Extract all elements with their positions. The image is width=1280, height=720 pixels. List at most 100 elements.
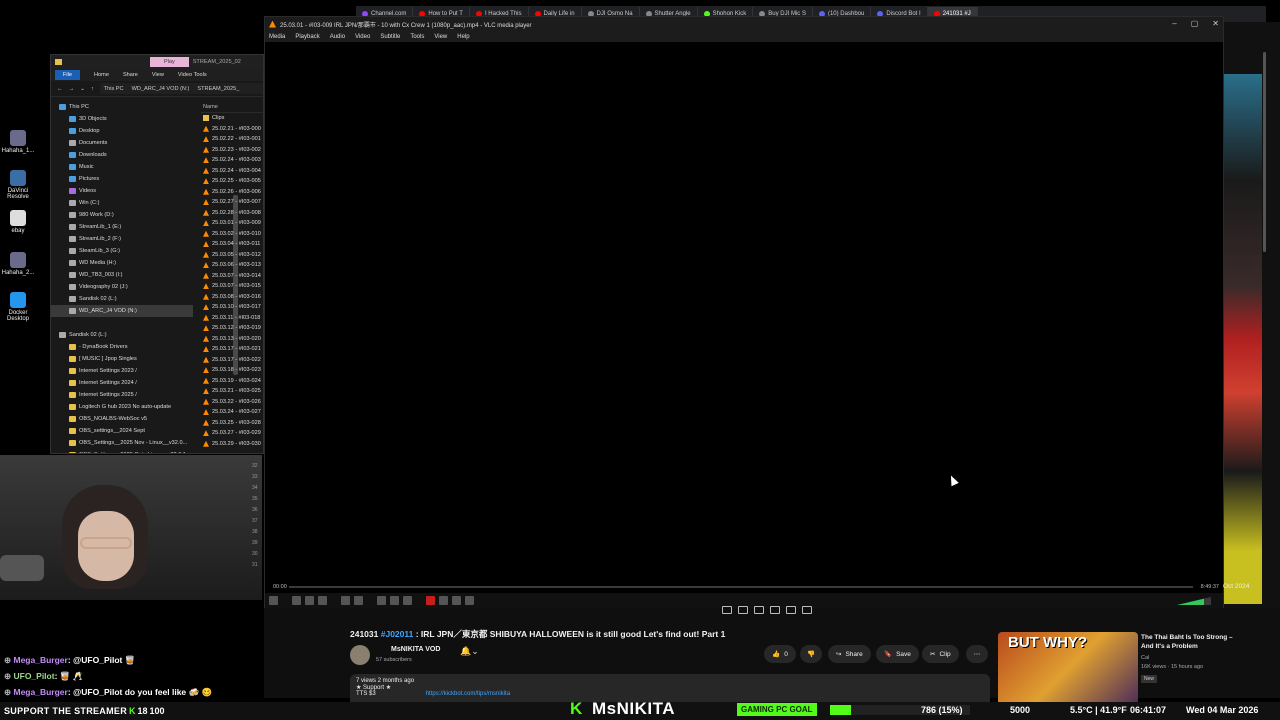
- nav-item[interactable]: Videography 02 (J:): [51, 281, 193, 293]
- loop-ab-icon[interactable]: [452, 596, 461, 605]
- nav-item[interactable]: WD_TB3_003 (I:): [51, 269, 193, 281]
- playlist-icon[interactable]: [377, 596, 386, 605]
- nav-item[interactable]: 3D Objects: [51, 113, 193, 125]
- tips-link[interactable]: https://kickbot.com/tips/msnikita: [426, 691, 510, 697]
- chat-username[interactable]: UFO_Pilot: [13, 671, 54, 681]
- list-item[interactable]: 25.02.27 - #I03-007: [201, 197, 263, 208]
- list-item[interactable]: 25.03.25 - #I03-028: [201, 418, 263, 429]
- nav-item[interactable]: OBS_settings__2024 Sept: [51, 425, 193, 437]
- menu-playback[interactable]: Playback: [295, 34, 319, 40]
- play-tab[interactable]: Play: [150, 57, 189, 67]
- nav-item[interactable]: Desktop: [51, 125, 193, 137]
- nav-item[interactable]: OBS_NOALBS-WebSoc v5: [51, 413, 193, 425]
- page-scrollbar[interactable]: [1263, 52, 1266, 252]
- avatar[interactable]: [350, 645, 370, 665]
- column-header-name[interactable]: Name: [201, 101, 263, 113]
- snapshot-icon[interactable]: [439, 596, 448, 605]
- video-display[interactable]: [265, 42, 1223, 582]
- more-actions-button[interactable]: ⋯: [966, 645, 988, 663]
- nav-item[interactable]: Win (C:): [51, 197, 193, 209]
- nav-item[interactable]: Internet Settings 2023 /: [51, 365, 193, 377]
- nav-item[interactable]: WD Media (H:): [51, 257, 193, 269]
- miniplayer-icon[interactable]: [754, 606, 764, 614]
- menu-view[interactable]: View: [434, 34, 447, 40]
- desktop-icon[interactable]: ebay: [0, 210, 36, 234]
- list-item[interactable]: 25.03.05 - #I03-012: [201, 250, 263, 261]
- recommended-video-title[interactable]: The Thai Baht Is Too Strong – And It's a…: [1141, 633, 1241, 651]
- list-item[interactable]: 25.03.19 - #I03-024: [201, 376, 263, 387]
- nav-item[interactable]: Documents: [51, 137, 193, 149]
- up-arrow-icon[interactable]: ↑: [91, 86, 94, 92]
- list-item[interactable]: 25.03.01 - #I03-009: [201, 218, 263, 229]
- list-item[interactable]: 25.03.04 - #I03-011: [201, 239, 263, 250]
- list-item[interactable]: 25.03.12 - #I03-019: [201, 323, 263, 334]
- list-item[interactable]: 25.03.21 - #I03-025: [201, 386, 263, 397]
- nav-item[interactable]: Sandisk 02 (L:): [51, 329, 193, 341]
- like-button[interactable]: 👍 0: [764, 645, 796, 663]
- list-item[interactable]: 25.03.22 - #I03-026: [201, 397, 263, 408]
- list-item[interactable]: 25.03.07 - #I03-014: [201, 271, 263, 282]
- desktop-icon[interactable]: Docker Desktop: [0, 292, 36, 322]
- list-item[interactable]: 25.03.11 - #I03-018: [201, 313, 263, 324]
- ribbon-view-tab[interactable]: View: [152, 72, 164, 78]
- next-icon[interactable]: [318, 596, 327, 605]
- list-item[interactable]: Clips: [201, 113, 263, 124]
- nav-item[interactable]: Internet Settings 2025 /: [51, 389, 193, 401]
- list-item[interactable]: 25.03.10 - #I03-017: [201, 302, 263, 313]
- breadcrumb-folder[interactable]: STREAM_2025_: [197, 86, 239, 92]
- desktop-icon[interactable]: Hahaha_2...: [0, 252, 36, 276]
- menu-media[interactable]: Media: [269, 34, 285, 40]
- extended-settings-icon[interactable]: [354, 596, 363, 605]
- video-title-hashtag[interactable]: #J02011: [381, 629, 414, 639]
- nav-item[interactable]: WD_ARC_J4 VOD (N:): [51, 305, 193, 317]
- list-item[interactable]: 25.02.22 - #I03-001: [201, 134, 263, 145]
- list-item[interactable]: 25.03.27 - #I03-029: [201, 428, 263, 439]
- nav-item[interactable]: - DynaBook Drivers: [51, 341, 193, 353]
- maximize-icon[interactable]: ▢: [1191, 19, 1199, 28]
- share-button[interactable]: ↪ Share: [828, 645, 871, 663]
- fullscreen-icon[interactable]: [802, 606, 812, 614]
- list-item[interactable]: 25.02.26 - #I03-006: [201, 187, 263, 198]
- theater-icon[interactable]: [770, 606, 780, 614]
- nav-item[interactable]: Videos: [51, 185, 193, 197]
- nav-item[interactable]: Internet Settings 2024 /: [51, 377, 193, 389]
- nav-item[interactable]: Pictures: [51, 173, 193, 185]
- breadcrumb[interactable]: This PC WD_ARC_J4 VOD (N:) STREAM_2025_: [99, 83, 263, 94]
- list-item[interactable]: 25.02.28 - #I03-008: [201, 208, 263, 219]
- chevron-down-icon[interactable]: ⌄: [80, 86, 85, 92]
- list-item[interactable]: 25.03.17 - #I03-021: [201, 344, 263, 355]
- nav-item[interactable]: Logitech G hub 2023 No auto-update: [51, 401, 193, 413]
- nav-item[interactable]: [ MUSIC ] Jpop Singles: [51, 353, 193, 365]
- recommended-channel[interactable]: Cal: [1141, 654, 1203, 663]
- notification-bell-icon[interactable]: 🔔⌄: [460, 646, 490, 662]
- ribbon-file-tab[interactable]: File: [55, 70, 81, 80]
- list-item[interactable]: 25.03.08 - #I03-016: [201, 292, 263, 303]
- minimize-icon[interactable]: –: [1172, 19, 1176, 28]
- seek-bar[interactable]: [289, 586, 1193, 588]
- settings-icon[interactable]: [738, 606, 748, 614]
- nav-item[interactable]: StreamLib_2 (F:): [51, 233, 193, 245]
- list-item[interactable]: 25.03.18 - #I03-023: [201, 365, 263, 376]
- pause-icon[interactable]: [269, 596, 278, 605]
- recommended-video-thumbnail[interactable]: BUT WHY?: [998, 632, 1138, 706]
- breadcrumb-this-pc[interactable]: This PC: [104, 86, 124, 92]
- nav-item[interactable]: Music: [51, 161, 193, 173]
- nav-item[interactable]: Downloads: [51, 149, 193, 161]
- fullscreen-icon[interactable]: [341, 596, 350, 605]
- chat-username[interactable]: Mega_Burger: [13, 687, 67, 697]
- list-item[interactable]: 25.03.24 - #I03-027: [201, 407, 263, 418]
- list-item[interactable]: 25.02.21 - #I03-000: [201, 124, 263, 135]
- list-item[interactable]: 25.03.06 - #I03-013: [201, 260, 263, 271]
- nav-item[interactable]: SteamLib_3 (G:): [51, 245, 193, 257]
- list-item[interactable]: 25.03.13 - #I03-020: [201, 334, 263, 345]
- forward-arrow-icon[interactable]: →: [69, 86, 75, 92]
- nav-item[interactable]: StreamLib_1 (E:): [51, 221, 193, 233]
- close-icon[interactable]: ✕: [1212, 19, 1219, 28]
- save-button[interactable]: 🔖 Save: [876, 645, 919, 663]
- list-item[interactable]: 25.02.23 - #I03-002: [201, 145, 263, 156]
- list-item[interactable]: 25.03.02 - #I03-010: [201, 229, 263, 240]
- record-icon[interactable]: [426, 596, 435, 605]
- loop-icon[interactable]: [390, 596, 399, 605]
- subtitles-icon[interactable]: [722, 606, 732, 614]
- cast-icon[interactable]: [786, 606, 796, 614]
